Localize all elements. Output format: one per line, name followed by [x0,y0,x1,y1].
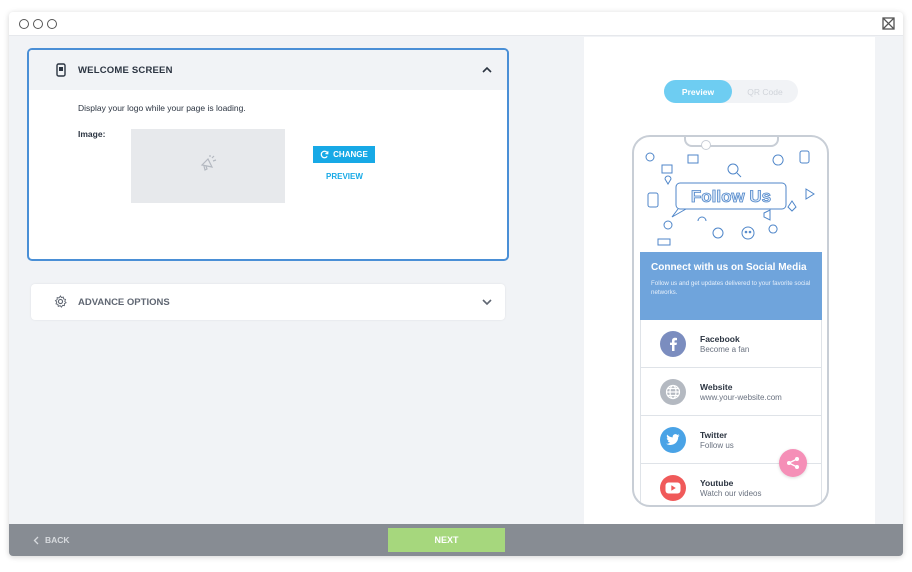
chevron-left-icon [33,536,39,544]
facebook-subtitle: Become a fan [700,345,750,354]
youtube-subtitle: Watch our videos [700,489,762,498]
refresh-icon [320,150,329,159]
close-window-icon[interactable] [882,17,895,30]
chevron-down-icon[interactable] [481,296,493,308]
preview-pane: Preview QR Code Follow Us Connect with u… [584,37,875,525]
twitter-icon [660,427,686,453]
next-button[interactable]: NEXT [388,528,505,552]
image-label: Image: [78,129,106,139]
window-dot-1[interactable] [19,19,29,29]
globe-icon [660,379,686,405]
facebook-icon [660,331,686,357]
title-bar [9,12,903,36]
preview-link[interactable]: PREVIEW [326,172,363,181]
twitter-title: Twitter [700,430,728,440]
advance-options-title: ADVANCE OPTIONS [78,297,170,308]
share-icon [787,457,799,469]
welcome-screen-header[interactable]: WELCOME SCREEN [29,50,507,90]
change-label: CHANGE [333,150,368,159]
youtube-title: Youtube [700,478,734,488]
app-window: WELCOME SCREEN Display your logo while y… [9,12,903,556]
website-subtitle: www.your-website.com [700,393,782,402]
footer-bar: BACK NEXT [9,524,903,556]
facebook-title: Facebook [700,334,740,344]
logo-image-placeholder[interactable] [131,129,285,203]
welcome-screen-title: WELCOME SCREEN [78,65,173,76]
change-image-button[interactable]: CHANGE [313,146,375,163]
social-banner: Connect with us on Social Media Follow u… [640,252,822,320]
youtube-icon [660,475,686,501]
back-button[interactable]: BACK [33,535,70,545]
tab-preview[interactable]: Preview [664,80,732,103]
social-item-facebook[interactable]: Facebook Become a fan [640,320,822,368]
advance-options-panel[interactable]: ADVANCE OPTIONS [31,284,505,320]
share-button[interactable] [779,449,807,477]
preview-qr-toggle: Preview QR Code [664,80,798,103]
welcome-screen-panel: WELCOME SCREEN Display your logo while y… [27,48,509,261]
social-item-website[interactable]: Website www.your-website.com [640,368,822,416]
back-label: BACK [45,535,70,545]
chevron-up-icon[interactable] [481,64,493,76]
megaphone-icon [200,155,217,171]
window-dot-2[interactable] [33,19,43,29]
mobile-phone-icon [56,63,66,77]
follow-us-text: Follow Us [691,187,771,206]
welcome-description: Display your logo while your page is loa… [78,103,246,113]
twitter-subtitle: Follow us [700,441,734,450]
gear-icon [54,295,67,308]
tab-qr-code[interactable]: QR Code [732,80,798,103]
phone-mockup: Follow Us Connect with us on Social Medi… [632,135,829,507]
banner-text: Follow us and get updates delivered to y… [651,280,811,296]
website-title: Website [700,382,733,392]
window-dot-3[interactable] [47,19,57,29]
follow-us-doodle-illustration: Follow Us [645,150,815,246]
banner-title: Connect with us on Social Media [651,262,807,273]
